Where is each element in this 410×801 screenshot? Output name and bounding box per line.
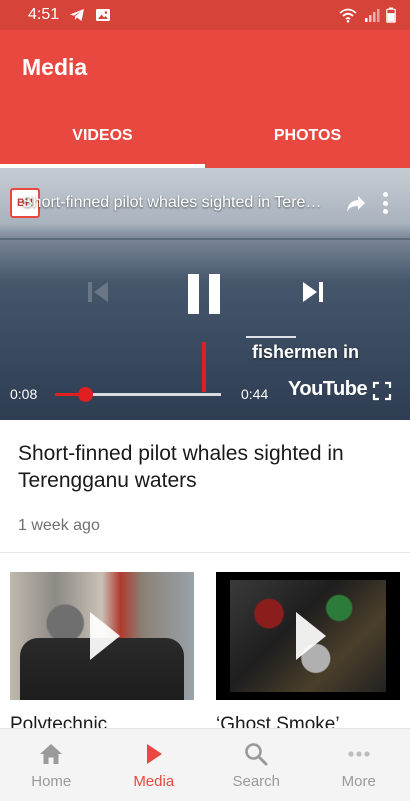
previous-icon[interactable] xyxy=(86,280,112,304)
status-bar: 4:51 xyxy=(0,0,410,30)
video-frame-marker xyxy=(202,342,206,392)
more-vertical-icon[interactable] xyxy=(382,192,388,214)
share-icon[interactable] xyxy=(344,191,368,215)
pause-icon[interactable] xyxy=(186,272,222,316)
current-time: 0:08 xyxy=(10,386,37,402)
play-icon xyxy=(145,743,163,765)
gallery-icon xyxy=(95,7,111,23)
tab-label: PHOTOS xyxy=(274,127,341,145)
telegram-icon xyxy=(69,7,85,23)
play-overlay-icon xyxy=(296,612,326,660)
tab-label: VIDEOS xyxy=(72,127,132,145)
app-bar: Media xyxy=(0,30,410,104)
featured-video-date: 1 week ago xyxy=(18,517,100,535)
video-card[interactable]: Polytechnic xyxy=(10,572,194,736)
nav-item-home[interactable]: Home xyxy=(0,729,103,801)
youtube-logo[interactable]: YouTube xyxy=(288,378,367,401)
tab-bar: VIDEOS PHOTOS xyxy=(0,104,410,168)
wifi-icon xyxy=(338,7,358,23)
divider xyxy=(0,552,410,553)
nav-label: More xyxy=(342,773,376,790)
video-caption: fishermen in xyxy=(252,342,359,363)
video-player[interactable]: BH Short-finned pilot whales sighted in … xyxy=(0,168,410,420)
status-time: 4:51 xyxy=(28,6,59,24)
signal-icon xyxy=(364,7,380,23)
tab-photos[interactable]: PHOTOS xyxy=(205,104,410,168)
next-icon[interactable] xyxy=(300,280,326,304)
video-card[interactable]: ‘Ghost Smoke’ xyxy=(216,572,400,736)
play-overlay-icon xyxy=(90,612,120,660)
caption-divider xyxy=(246,336,296,338)
nav-label: Search xyxy=(232,773,280,790)
video-frame-horizon xyxy=(0,238,410,240)
tab-videos[interactable]: VIDEOS xyxy=(0,104,205,168)
nav-item-more[interactable]: More xyxy=(308,729,410,801)
total-time: 0:44 xyxy=(241,386,268,402)
page-title: Media xyxy=(22,54,87,81)
battery-icon xyxy=(386,7,396,23)
nav-item-media[interactable]: Media xyxy=(103,729,206,801)
home-icon xyxy=(39,743,63,765)
nav-item-search[interactable]: Search xyxy=(205,729,308,801)
fullscreen-icon[interactable] xyxy=(372,381,392,401)
bottom-navigation: Home Media Search More xyxy=(0,728,410,801)
player-header: BH Short-finned pilot whales sighted in … xyxy=(0,186,410,220)
nav-label: Home xyxy=(31,773,71,790)
video-thumbnail[interactable] xyxy=(216,572,400,700)
video-thumbnail[interactable] xyxy=(10,572,194,700)
progress-bar[interactable] xyxy=(55,393,221,396)
search-icon xyxy=(244,742,268,766)
nav-label: Media xyxy=(133,773,174,790)
video-title[interactable]: Short-finned pilot whales sighted in Ter… xyxy=(22,194,330,212)
progress-knob[interactable] xyxy=(78,387,93,402)
featured-video-title[interactable]: Short-finned pilot whales sighted in Ter… xyxy=(18,440,388,494)
more-horizontal-icon xyxy=(348,751,370,757)
